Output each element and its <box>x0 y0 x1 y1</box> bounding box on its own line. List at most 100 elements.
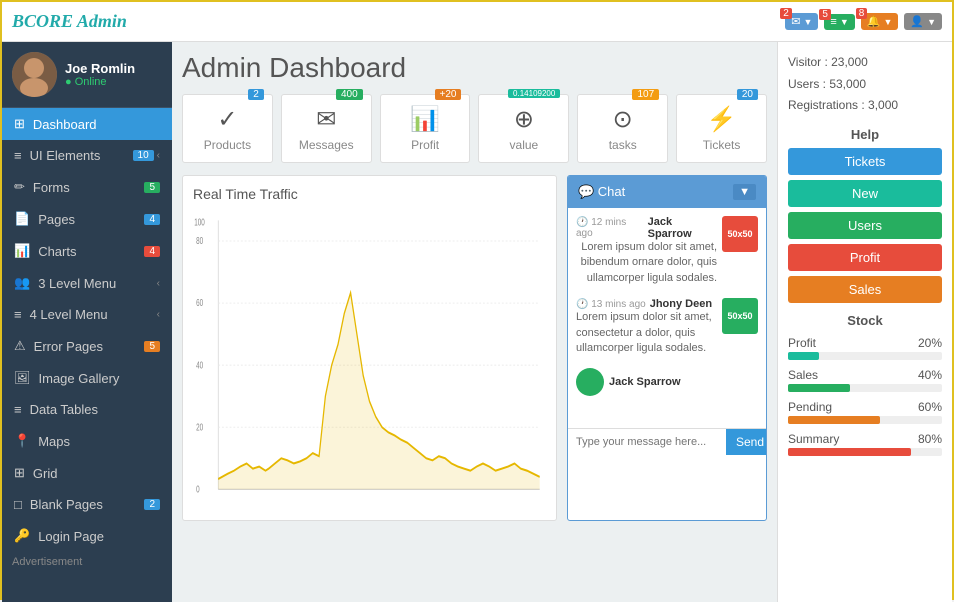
messages-icon: ✉ <box>292 105 361 134</box>
chat-section: 💬 Chat ▼ 50x50 🕐 12 mins ago Jack Sparro… <box>567 175 767 521</box>
chat-avatar-3 <box>576 368 604 396</box>
value-badge: 0.14109200 <box>508 89 560 98</box>
help-profit-button[interactable]: Profit <box>788 244 942 271</box>
help-tickets-button[interactable]: Tickets <box>788 148 942 175</box>
chat-input-area: Send <box>568 428 766 455</box>
blank-icon: □ <box>14 497 22 512</box>
stock-sales-bar <box>788 384 850 392</box>
layout: Joe Romlin ● Online ⊞ Dashboard ≡ UI Ele… <box>2 42 952 602</box>
realtime-chart: 0 20 40 60 80 100 <box>193 210 546 510</box>
stat-tickets[interactable]: 20 ⚡ Tickets <box>676 94 767 163</box>
help-new-button[interactable]: New <box>788 180 942 207</box>
msg1-text: Lorem ipsum dolor sit amet, bibendum orn… <box>576 240 717 286</box>
svg-text:60: 60 <box>196 297 203 309</box>
help-users-button[interactable]: Users <box>788 212 942 239</box>
logo: BCORE Admin <box>12 11 127 32</box>
profit-label: Profit <box>391 138 460 152</box>
mail-badge[interactable]: 2 ✉ ▼ <box>785 13 818 30</box>
sidebar-item-grid[interactable]: ⊞ Grid <box>2 457 172 489</box>
content-area: Real Time Traffic 0 20 40 60 80 100 <box>182 175 767 521</box>
chat-message-3: Jack Sparrow <box>576 368 758 396</box>
sidebar-item-3level[interactable]: 👥 3 Level Menu ‹ <box>2 267 172 299</box>
stock-profit-value: 20% <box>918 336 942 350</box>
list-badge[interactable]: 5 ≡ ▼ <box>824 14 854 30</box>
users-count: Users : 53,000 <box>788 74 942 96</box>
notif-arrow: ▼ <box>883 17 892 27</box>
sidebar-item-forms[interactable]: ✏ Forms 5 <box>2 171 172 203</box>
blank-label: Blank Pages <box>30 497 103 512</box>
error-badge: 5 <box>144 341 160 352</box>
sidebar-item-ui-elements[interactable]: ≡ UI Elements 10 ‹ <box>2 140 172 171</box>
list-arrow: ▼ <box>840 17 849 27</box>
help-title: Help <box>788 127 942 142</box>
header: BCORE Admin 2 ✉ ▼ 5 ≡ ▼ 8 🔔 ▼ 👤 ▼ <box>2 2 952 42</box>
advertisement-label: Advertisement <box>2 552 172 572</box>
3level-icon: 👥 <box>14 275 30 291</box>
msg2-time: 🕐 13 mins ago <box>576 299 646 310</box>
sidebar-item-maps[interactable]: 📍 Maps <box>2 425 172 457</box>
stock-sales-value: 40% <box>918 368 942 382</box>
stat-products[interactable]: 2 ✓ Products <box>182 94 273 163</box>
chat-title: 💬 Chat <box>578 184 625 200</box>
messages-badge: 400 <box>336 89 363 100</box>
svg-text:80: 80 <box>196 234 203 246</box>
login-icon: 🔑 <box>14 528 30 544</box>
stat-profit[interactable]: +20 📊 Profit <box>380 94 471 163</box>
list-count: 5 <box>819 9 831 20</box>
msg3-name: Jack Sparrow <box>609 376 681 388</box>
pages-icon: 📄 <box>14 211 30 227</box>
gallery-icon: 🖼 <box>14 370 31 386</box>
profit-badge: +20 <box>435 89 462 100</box>
registrations-count: Registrations : 3,000 <box>788 95 942 117</box>
pages-label: Pages <box>38 212 75 227</box>
sidebar-item-dashboard[interactable]: ⊞ Dashboard <box>2 108 172 140</box>
chat-avatar-1: 50x50 <box>722 216 758 252</box>
msg1-time: 🕐 12 mins ago <box>576 217 644 239</box>
help-sales-button[interactable]: Sales <box>788 276 942 303</box>
stock-sales: Sales 40% <box>788 368 942 392</box>
sidebar-item-charts[interactable]: 📊 Charts 4 <box>2 235 172 267</box>
chart-section: Real Time Traffic 0 20 40 60 80 100 <box>182 175 557 521</box>
list-icon: ≡ <box>830 16 836 28</box>
error-label: Error Pages <box>34 339 103 354</box>
forms-label: Forms <box>33 180 70 195</box>
chat-send-button[interactable]: Send <box>726 429 767 455</box>
stock-pending-bar <box>788 416 880 424</box>
sidebar-item-datatable[interactable]: ≡ Data Tables <box>2 394 172 425</box>
stat-messages[interactable]: 400 ✉ Messages <box>281 94 372 163</box>
chat-message-input[interactable] <box>568 429 726 455</box>
gallery-label: Image Gallery <box>39 371 120 386</box>
help-section: Help Tickets New Users Profit Sales <box>788 127 942 303</box>
sidebar-item-4level[interactable]: ≡ 4 Level Menu ‹ <box>2 299 172 330</box>
tasks-badge: 107 <box>632 89 659 100</box>
error-icon: ⚠ <box>14 338 26 354</box>
charts-badge: 4 <box>144 246 160 257</box>
notif-badge[interactable]: 8 🔔 ▼ <box>861 13 899 30</box>
notif-count: 8 <box>856 8 868 19</box>
chat-message-2: 🕐 13 mins ago Jhony Deen Lorem ipsum dol… <box>576 298 758 356</box>
sidebar-item-blank[interactable]: □ Blank Pages 2 <box>2 489 172 520</box>
stock-section: Stock Profit 20% Sales 40% Pending 60% <box>788 313 942 456</box>
sidebar-status: ● Online <box>65 76 135 88</box>
4level-label: 4 Level Menu <box>30 307 108 322</box>
chart-title: Real Time Traffic <box>193 186 546 202</box>
4level-icon: ≡ <box>14 307 22 322</box>
mail-arrow: ▼ <box>803 17 812 27</box>
stat-tasks[interactable]: 107 ⊙ tasks <box>577 94 668 163</box>
svg-text:0: 0 <box>196 483 200 495</box>
forms-badge: 5 <box>144 182 160 193</box>
chat-messages: 50x50 🕐 12 mins ago Jack Sparrow Lorem i… <box>568 208 766 428</box>
stat-value[interactable]: 0.14109200 ⊕ value <box>478 94 569 163</box>
sidebar-item-login[interactable]: 🔑 Login Page <box>2 520 172 552</box>
stock-sales-label: Sales <box>788 368 818 382</box>
user-badge[interactable]: 👤 ▼ <box>904 13 942 30</box>
profit-icon: 📊 <box>391 105 460 134</box>
sidebar-item-pages[interactable]: 📄 Pages 4 <box>2 203 172 235</box>
sidebar-item-gallery[interactable]: 🖼 Image Gallery <box>2 362 172 394</box>
chat-dropdown-button[interactable]: ▼ <box>733 184 756 200</box>
products-badge: 2 <box>248 89 264 100</box>
sidebar-item-error[interactable]: ⚠ Error Pages 5 <box>2 330 172 362</box>
3level-chevron: ‹ <box>157 278 160 289</box>
page-title: Admin Dashboard <box>182 52 767 84</box>
chat-message-1: 50x50 🕐 12 mins ago Jack Sparrow Lorem i… <box>576 216 758 286</box>
